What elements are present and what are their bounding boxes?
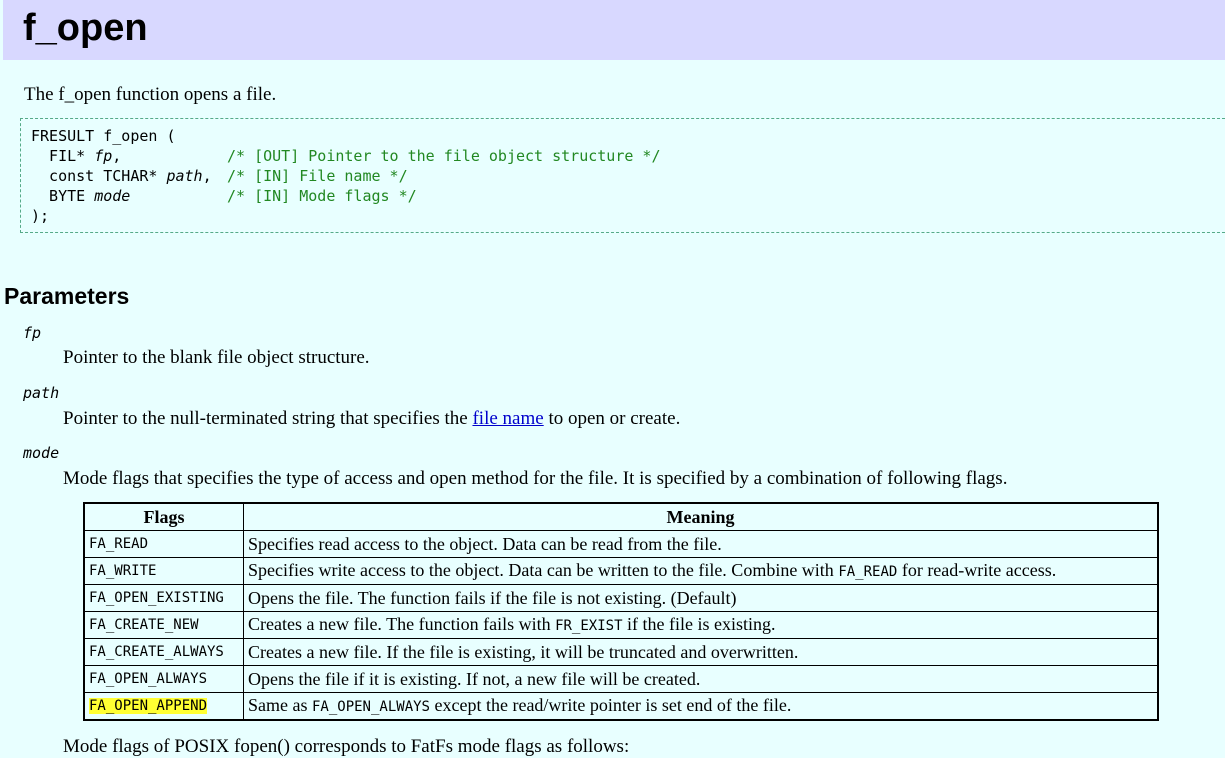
partial-paragraph: Mode flags of POSIX fopen() corresponds …: [63, 736, 630, 757]
table-row: FA_OPEN_APPEND Same as FA_OPEN_ALWAYS ex…: [83, 692, 1159, 721]
table-header-row: Flags Meaning: [83, 502, 1159, 531]
meaning-text: for read-write access.: [897, 560, 1057, 580]
file-name-link[interactable]: file name: [472, 408, 543, 429]
table-row: FA_READ Specifies read access to the obj…: [83, 530, 1159, 558]
highlighted-flag: FA_OPEN_APPEND: [89, 698, 208, 714]
meaning-cell: Creates a new file. If the file is exist…: [243, 638, 1159, 666]
code-param-name: fp: [94, 147, 113, 165]
code-text: ,: [112, 147, 122, 165]
title-bar: f_open: [3, 0, 1225, 60]
flag-cell: FA_CREATE_ALWAYS: [83, 638, 244, 666]
meaning-cell: Specifies write access to the object. Da…: [243, 557, 1159, 585]
code-text: const TCHAR*: [31, 167, 167, 185]
flag-cell: FA_WRITE: [83, 557, 244, 585]
code-param-name: mode: [94, 187, 131, 205]
meaning-code: FA_OPEN_ALWAYS: [311, 699, 430, 715]
page-title: f_open: [23, 7, 148, 49]
param-name-mode: mode: [23, 444, 60, 462]
param-desc-mode: Mode flags that specifies the type of ac…: [63, 468, 1008, 489]
code-comment: /* [IN] File name */: [227, 167, 408, 185]
meaning-code: FR_EXIST: [555, 618, 623, 634]
flag-cell: FA_OPEN_ALWAYS: [83, 665, 244, 693]
code-line-param-fp: FIL* fp,: [31, 146, 121, 166]
code-line-1: FRESULT f_open (: [31, 127, 176, 145]
desc-text: Pointer to the null-terminated string th…: [63, 408, 473, 429]
code-comment: /* [IN] Mode flags */: [227, 187, 417, 205]
meaning-cell: Creates a new file. The function fails w…: [243, 611, 1159, 639]
meaning-text: Same as: [248, 695, 312, 715]
param-desc-fp: Pointer to the blank file object structu…: [63, 347, 370, 368]
parameters-heading: Parameters: [4, 283, 130, 309]
meaning-text: if the file is existing.: [622, 614, 776, 634]
param-desc-path: Pointer to the null-terminated string th…: [63, 408, 680, 430]
meaning-code: FA_READ: [838, 564, 898, 580]
meaning-text: Specifies write access to the object. Da…: [248, 560, 839, 580]
table-row: FA_CREATE_ALWAYS Creates a new file. If …: [83, 638, 1159, 666]
param-name-path: path: [23, 384, 60, 402]
header-flags: Flags: [83, 502, 244, 531]
meaning-cell: Same as FA_OPEN_ALWAYS except the read/w…: [243, 692, 1159, 721]
meaning-text: except the read/write pointer is set end…: [430, 695, 792, 715]
desc-text: to open or create.: [543, 408, 681, 429]
code-text: ,: [202, 167, 212, 185]
code-line-param-mode: BYTE mode: [31, 186, 130, 206]
table-row: FA_OPEN_ALWAYS Opens the file if it is e…: [83, 665, 1159, 693]
param-name-fp: fp: [23, 324, 42, 342]
code-text: BYTE: [31, 187, 95, 205]
meaning-cell: Opens the file. The function fails if th…: [243, 584, 1159, 612]
intro-text: The f_open function opens a file.: [24, 84, 277, 105]
meaning-cell: Specifies read access to the object. Dat…: [243, 530, 1159, 558]
table-row: FA_WRITE Specifies write access to the o…: [83, 557, 1159, 585]
code-text: FIL*: [31, 147, 95, 165]
code-line-param-path: const TCHAR* path,: [31, 166, 212, 186]
code-param-name: path: [166, 167, 203, 185]
flag-cell: FA_CREATE_NEW: [83, 611, 244, 639]
meaning-text: Creates a new file. The function fails w…: [248, 614, 556, 634]
flag-cell: FA_OPEN_EXISTING: [83, 584, 244, 612]
table-row: FA_OPEN_EXISTING Opens the file. The fun…: [83, 584, 1159, 612]
flag-cell: FA_OPEN_APPEND: [83, 692, 244, 721]
code-block: FRESULT f_open ( FIL* fp, /* [OUT] Point…: [20, 118, 1225, 233]
header-meaning: Meaning: [243, 502, 1159, 531]
flags-table: Flags Meaning FA_READ Specifies read acc…: [83, 502, 1159, 721]
table-row: FA_CREATE_NEW Creates a new file. The fu…: [83, 611, 1159, 639]
flag-cell: FA_READ: [83, 530, 244, 558]
code-comment: /* [OUT] Pointer to the file object stru…: [227, 147, 661, 165]
code-line-end: );: [31, 207, 50, 225]
meaning-cell: Opens the file if it is existing. If not…: [243, 665, 1159, 693]
